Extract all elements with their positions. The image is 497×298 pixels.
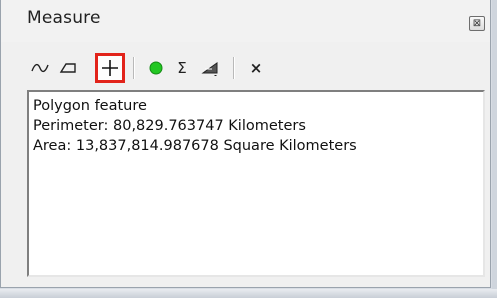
clear-button[interactable]: × (243, 54, 269, 82)
window-title: Measure (27, 8, 101, 28)
choose-units-button[interactable] (197, 54, 223, 82)
app-background-bottom (0, 289, 497, 298)
close-icon: ⊠ (472, 18, 482, 29)
measure-toolbar: Σ × (25, 52, 485, 88)
clear-icon: × (249, 59, 263, 77)
measure-feature-button[interactable] (95, 53, 125, 83)
toolbar-separator (133, 57, 135, 79)
measure-window: Measure ⊠ Σ × Polygon feature Perimeter:… (0, 0, 491, 288)
result-area: Area: 13,837,814.987678 Square Kilometer… (33, 138, 357, 154)
measure-area-button[interactable] (55, 54, 81, 82)
choose-units-icon (201, 62, 218, 76)
sum-button[interactable]: Σ (169, 54, 195, 82)
show-features-button[interactable] (143, 54, 169, 82)
sum-icon: Σ (177, 59, 187, 77)
measure-results[interactable]: Polygon feature Perimeter: 80,829.763747… (27, 90, 485, 277)
show-features-icon (149, 61, 163, 75)
result-feature-type: Polygon feature (33, 98, 147, 114)
measure-area-icon (59, 63, 76, 73)
measure-line-icon (31, 63, 49, 73)
title-bar[interactable]: Measure ⊠ (1, 0, 490, 42)
measure-feature-icon (102, 60, 118, 76)
toolbar-separator (233, 57, 235, 79)
close-button[interactable]: ⊠ (469, 16, 485, 31)
result-perimeter: Perimeter: 80,829.763747 Kilometers (33, 118, 306, 134)
measure-line-button[interactable] (27, 54, 53, 82)
app-background-edge (492, 0, 497, 298)
